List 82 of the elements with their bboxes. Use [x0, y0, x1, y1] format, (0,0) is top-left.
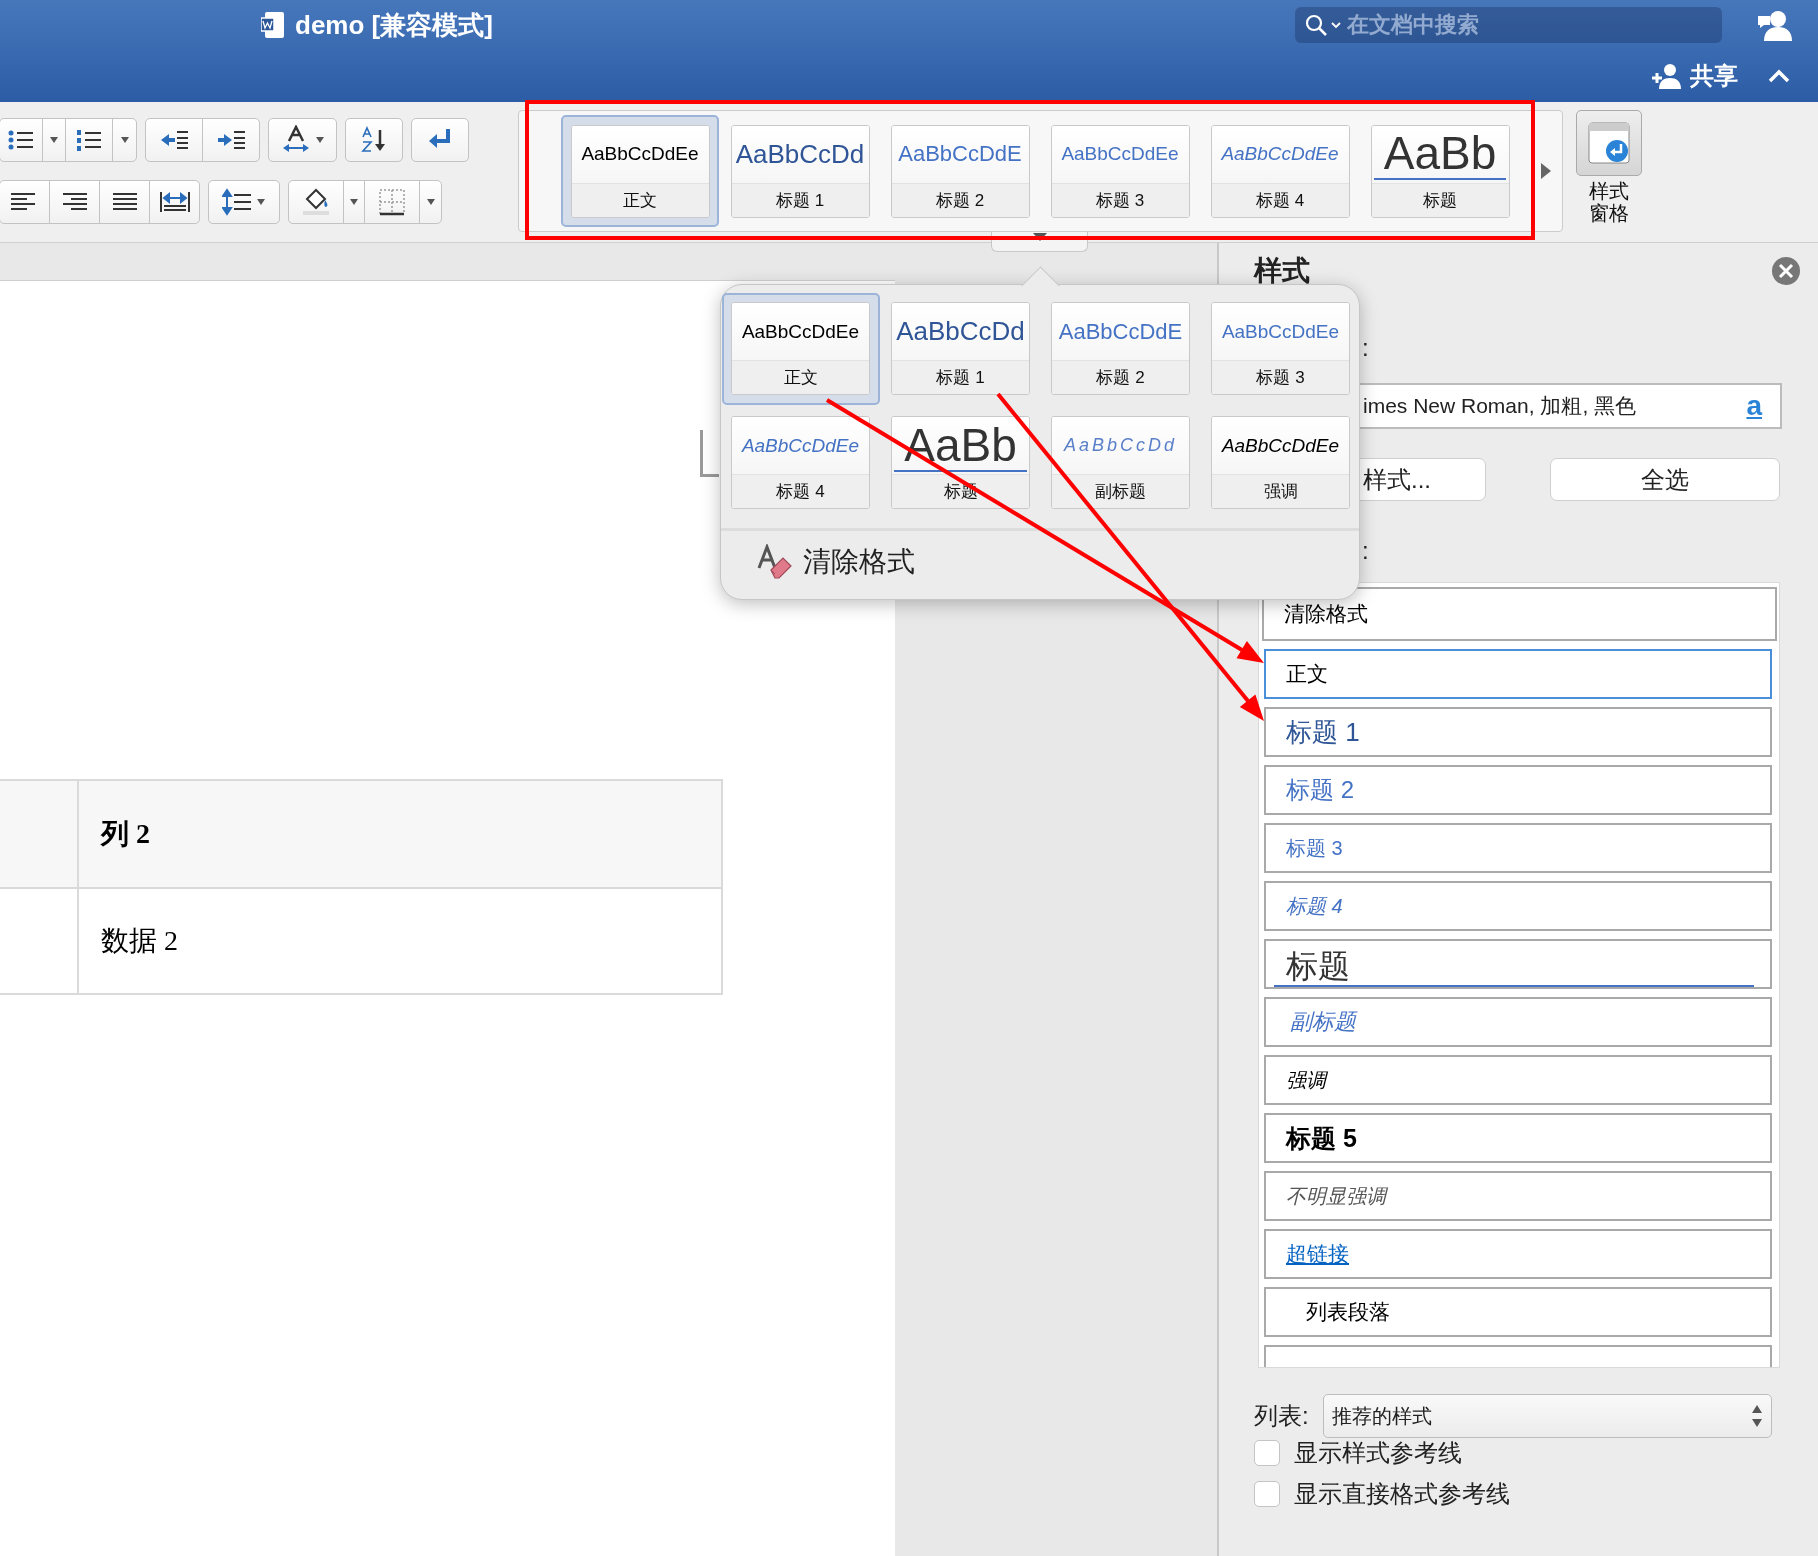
style-list-item[interactable]: 清除格式 — [1262, 587, 1777, 641]
styles-pane-button[interactable]: 样式窗格 — [1571, 110, 1647, 232]
list-filter-dropdown[interactable]: 推荐的样式 — [1322, 1394, 1772, 1438]
align-right-button[interactable] — [49, 180, 100, 224]
style-list-item[interactable]: 标题 1 — [1264, 707, 1772, 757]
eraser-icon — [757, 543, 793, 580]
style-tile[interactable]: AaBbCcDdEe 标题 4 — [1210, 124, 1350, 218]
style-description: imes New Roman, 加粗, 黑色 — [1363, 393, 1637, 419]
style-tile[interactable]: AaBbCcDdE 标题 2 — [1051, 302, 1190, 395]
style-list-item[interactable]: 标题 2 — [1264, 765, 1772, 815]
style-list-item[interactable]: 标题 4 — [1264, 881, 1772, 931]
clear-formatting-button[interactable]: 清除格式 — [721, 530, 921, 593]
checkbox[interactable] — [1254, 1440, 1280, 1466]
style-list-item[interactable]: 不明显强调 — [1264, 1171, 1772, 1221]
caret-icon — [49, 136, 59, 144]
sort-button[interactable] — [345, 118, 403, 162]
style-list-item[interactable]: 标题 — [1264, 939, 1772, 989]
caret-icon — [349, 198, 359, 206]
outdent-button[interactable] — [145, 118, 203, 162]
style-tile[interactable]: AaBbCcDdEe 标题 3 — [1211, 302, 1350, 395]
style-tile[interactable]: AaBb 标题 — [1370, 124, 1510, 218]
caret-icon — [119, 136, 130, 144]
caret-icon — [314, 136, 325, 144]
scroll-right-icon — [1540, 162, 1552, 180]
style-tile[interactable]: AaBbCcDd 标题 1 — [891, 302, 1030, 395]
list-filter-label: 列表: — [1254, 1401, 1309, 1431]
justify-button[interactable] — [99, 180, 150, 224]
align-left-button[interactable] — [0, 180, 50, 224]
style-list-item[interactable]: 副标题 — [1264, 997, 1772, 1047]
style-tile[interactable]: AaBbCcDdEe 标题 4 — [731, 416, 870, 509]
caret-icon — [256, 198, 266, 206]
styles-pane-icon — [1587, 121, 1631, 165]
style-tile[interactable]: AaBbCcDdEe 正文 — [561, 115, 719, 227]
sort-icon — [360, 126, 388, 154]
search-icon — [1305, 14, 1327, 36]
borders-button[interactable] — [364, 180, 420, 224]
paragraph-mark-button[interactable] — [411, 118, 469, 162]
share-button[interactable]: 共享 — [1650, 60, 1738, 92]
style-list-item[interactable]: 超链接 — [1264, 1229, 1772, 1279]
paint-bucket-icon — [301, 187, 331, 217]
style-tile[interactable]: AaBbCcDdE 标题 2 — [890, 124, 1030, 218]
user-icon — [1758, 8, 1792, 42]
style-list-item[interactable]: 标题 3 — [1264, 823, 1772, 873]
style-list-item[interactable]: 正文 — [1264, 649, 1772, 699]
line-spacing-icon — [222, 188, 252, 216]
shading-button[interactable] — [288, 180, 344, 224]
style-list-item[interactable]: 标题 5 — [1264, 1113, 1772, 1163]
distribute-button[interactable] — [149, 180, 200, 224]
checkbox-label: 显示样式参考线 — [1294, 1438, 1462, 1468]
bullet-list-button[interactable] — [0, 118, 43, 162]
checkbox[interactable] — [1254, 1481, 1280, 1507]
numbered-list-button[interactable] — [65, 118, 113, 162]
style-tile[interactable]: AaBbCcDdEe 强调 — [1211, 416, 1350, 509]
style-list-item[interactable]: 列表段落 — [1264, 1287, 1772, 1337]
dropdown-value: 推荐的样式 — [1331, 1403, 1432, 1429]
line-spacing-button[interactable] — [208, 180, 280, 224]
window-title: demo [兼容模式] — [295, 8, 493, 42]
style-tile[interactable]: AaBbCcDdEe 标题 3 — [1050, 124, 1190, 218]
document-icon — [261, 11, 285, 39]
caret-icon — [1331, 21, 1341, 29]
select-all-button[interactable]: 全选 — [1550, 458, 1780, 501]
add-person-icon — [1650, 63, 1682, 89]
style-tile[interactable]: AaBbCcDd 副标题 — [1051, 416, 1190, 509]
checkbox-label: 显示直接格式参考线 — [1294, 1479, 1510, 1509]
caret-icon — [425, 198, 436, 206]
chevron-up-icon — [1768, 69, 1790, 83]
style-list-item[interactable]: 强调 — [1264, 1055, 1772, 1105]
pane-title: 样式 — [1254, 254, 1310, 288]
shading-options-button[interactable] — [343, 180, 365, 224]
style-tile[interactable]: AaBbCcDdEe 正文 — [721, 292, 880, 405]
border-grid-icon — [377, 187, 407, 217]
borders-options-button[interactable] — [419, 180, 442, 224]
stepper-arrows-icon — [1750, 1404, 1763, 1428]
style-inspector-button[interactable]: a — [1746, 390, 1762, 422]
style-tile[interactable]: AaBbCcDd 标题 1 — [730, 124, 870, 218]
field-label: : — [1362, 536, 1370, 566]
column-header: 列 2 — [78, 780, 722, 888]
field-label: : — [1362, 333, 1370, 363]
indent-button[interactable] — [202, 118, 260, 162]
text-direction-button[interactable] — [268, 118, 337, 162]
close-icon — [1772, 257, 1800, 285]
table-cell: 数据 2 — [78, 888, 722, 994]
